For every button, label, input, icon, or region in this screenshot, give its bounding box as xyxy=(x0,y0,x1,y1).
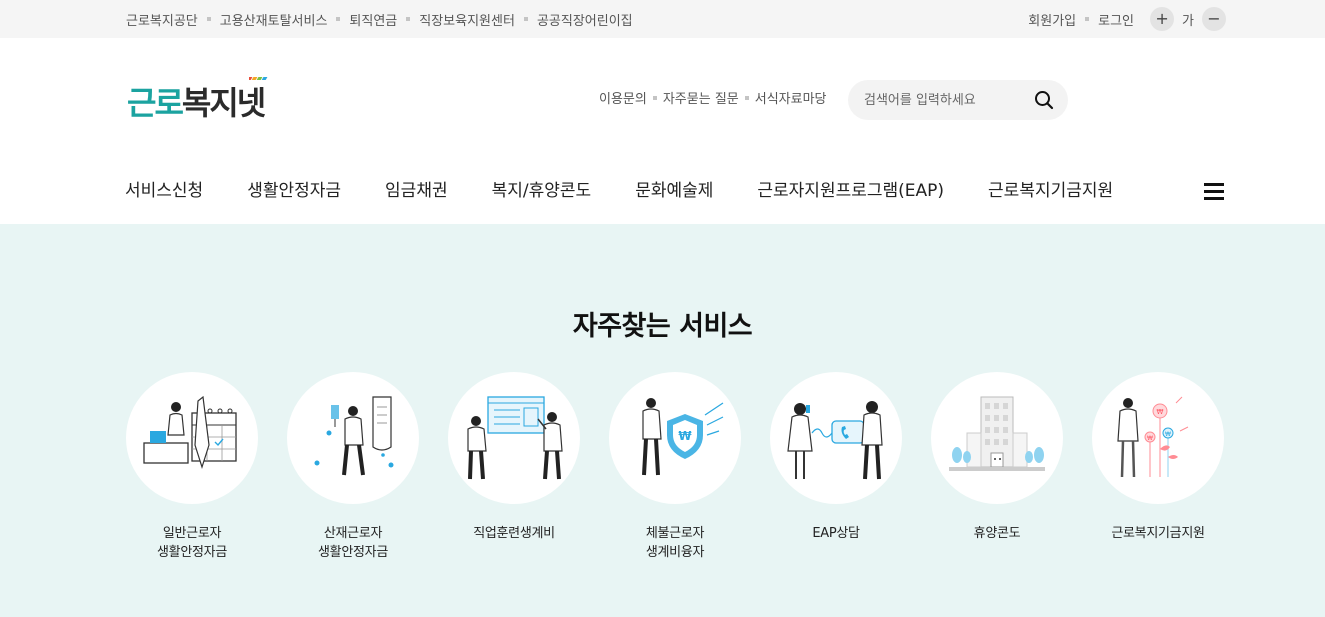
service-item-resort-condo[interactable]: 휴양콘도 xyxy=(931,372,1063,543)
service-label: 휴양콘도 xyxy=(973,526,1021,541)
injury-person-icon xyxy=(314,396,394,476)
svg-text:₩: ₩ xyxy=(1165,431,1171,438)
search-icon[interactable] xyxy=(1034,90,1054,110)
member-links: 회원가입 로그인 + 가 − xyxy=(1028,0,1226,38)
font-increase-button[interactable]: + xyxy=(1150,7,1175,31)
util-link-pension[interactable]: 퇴직연금 xyxy=(327,10,397,29)
hamburger-menu-icon[interactable] xyxy=(1204,183,1226,201)
service-label: EAP상담 xyxy=(812,526,860,541)
font-size-control: + 가 − xyxy=(1150,7,1226,31)
svg-text:₩: ₩ xyxy=(1157,408,1164,416)
logo-text-main: 복지넷 xyxy=(181,84,266,122)
logo-text-accent: 근로 xyxy=(127,84,184,122)
service-item-welfare-fund-support[interactable]: ₩ ₩ ₩ 근로복지기금지원 xyxy=(1092,372,1224,543)
util-link-comwel[interactable]: 근로복지공단 xyxy=(126,10,198,29)
search-box xyxy=(848,80,1068,120)
header-link-forms[interactable]: 서식자료마당 xyxy=(739,88,827,107)
service-label: 체불근로자 생계비융자 xyxy=(645,526,705,560)
service-item-industrial-living-fund[interactable]: 산재근로자 생활안정자금 xyxy=(287,372,419,562)
family-site-links: 근로복지공단 고용산재토탈서비스 퇴직연금 직장보육지원센터 공공직장어린이집 xyxy=(126,0,633,38)
nav-welfare-condo[interactable]: 복지/휴양콘도 xyxy=(492,176,592,204)
util-link-total-service[interactable]: 고용산재토탈서비스 xyxy=(198,10,328,29)
nav-eap[interactable]: 근로자지원프로그램(EAP) xyxy=(757,176,944,204)
nav-culture-festival[interactable]: 문화예술제 xyxy=(635,176,713,204)
phone-consult-icon xyxy=(787,401,883,480)
login-link[interactable]: 로그인 xyxy=(1076,10,1134,29)
nav-service-apply[interactable]: 서비스신청 xyxy=(125,176,203,204)
svg-text:₩: ₩ xyxy=(1147,435,1153,442)
section-title: 자주찾는 서비스 xyxy=(572,311,753,342)
util-link-childcare-center[interactable]: 직장보육지원센터 xyxy=(397,10,515,29)
utility-bar: 근로복지공단 고용산재토탈서비스 퇴직연금 직장보육지원센터 공공직장어린이집 … xyxy=(0,0,1325,38)
font-decrease-button[interactable]: − xyxy=(1202,7,1226,31)
training-board-icon xyxy=(467,396,563,480)
service-label: 직업훈련생계비 xyxy=(473,526,555,541)
building-icon xyxy=(949,396,1045,471)
service-item-unpaid-worker-loan[interactable]: ₩ 체불근로자 생계비융자 xyxy=(609,372,741,562)
money-flower-icon: ₩ ₩ ₩ xyxy=(1117,396,1189,478)
shield-won-icon: ₩ xyxy=(642,398,724,476)
logo-stripes-icon xyxy=(249,77,268,80)
service-label: 근로복지기금지원 xyxy=(1111,526,1205,541)
service-item-job-training-living-cost[interactable]: 직업훈련생계비 xyxy=(448,372,580,543)
join-link[interactable]: 회원가입 xyxy=(1028,10,1076,29)
nav-wage-claim[interactable]: 임금채권 xyxy=(385,176,448,204)
font-size-label: 가 xyxy=(1182,13,1194,29)
main-navigation: 서비스신청 생활안정자금 임금채권 복지/휴양콘도 문화예술제 근로자지원프로그… xyxy=(125,176,1113,204)
calendar-person-icon xyxy=(143,395,237,469)
svg-text:₩: ₩ xyxy=(678,429,692,443)
util-link-public-daycare[interactable]: 공공직장어린이집 xyxy=(515,10,633,29)
nav-welfare-fund[interactable]: 근로복지기금지원 xyxy=(988,176,1113,204)
search-input[interactable] xyxy=(864,88,1024,112)
header-links: 이용문의 자주묻는 질문 서식자료마당 xyxy=(599,88,827,107)
service-label: 일반근로자 생활안정자금 xyxy=(157,526,227,560)
service-item-eap-consult[interactable]: EAP상담 xyxy=(770,372,902,543)
site-logo[interactable]: 근로복지넷 xyxy=(127,77,287,122)
frequent-services-section: 자주찾는 서비스 일반근로자 생활안정자금 산재근로자 생활안정자금 직업훈련생… xyxy=(0,224,1325,617)
header-link-faq[interactable]: 자주묻는 질문 xyxy=(647,88,739,107)
service-label: 산재근로자 생활안정자금 xyxy=(318,526,388,560)
service-item-general-living-fund[interactable]: 일반근로자 생활안정자금 xyxy=(126,372,258,562)
nav-living-fund[interactable]: 생활안정자금 xyxy=(247,176,341,204)
header-link-inquiry[interactable]: 이용문의 xyxy=(599,88,647,107)
